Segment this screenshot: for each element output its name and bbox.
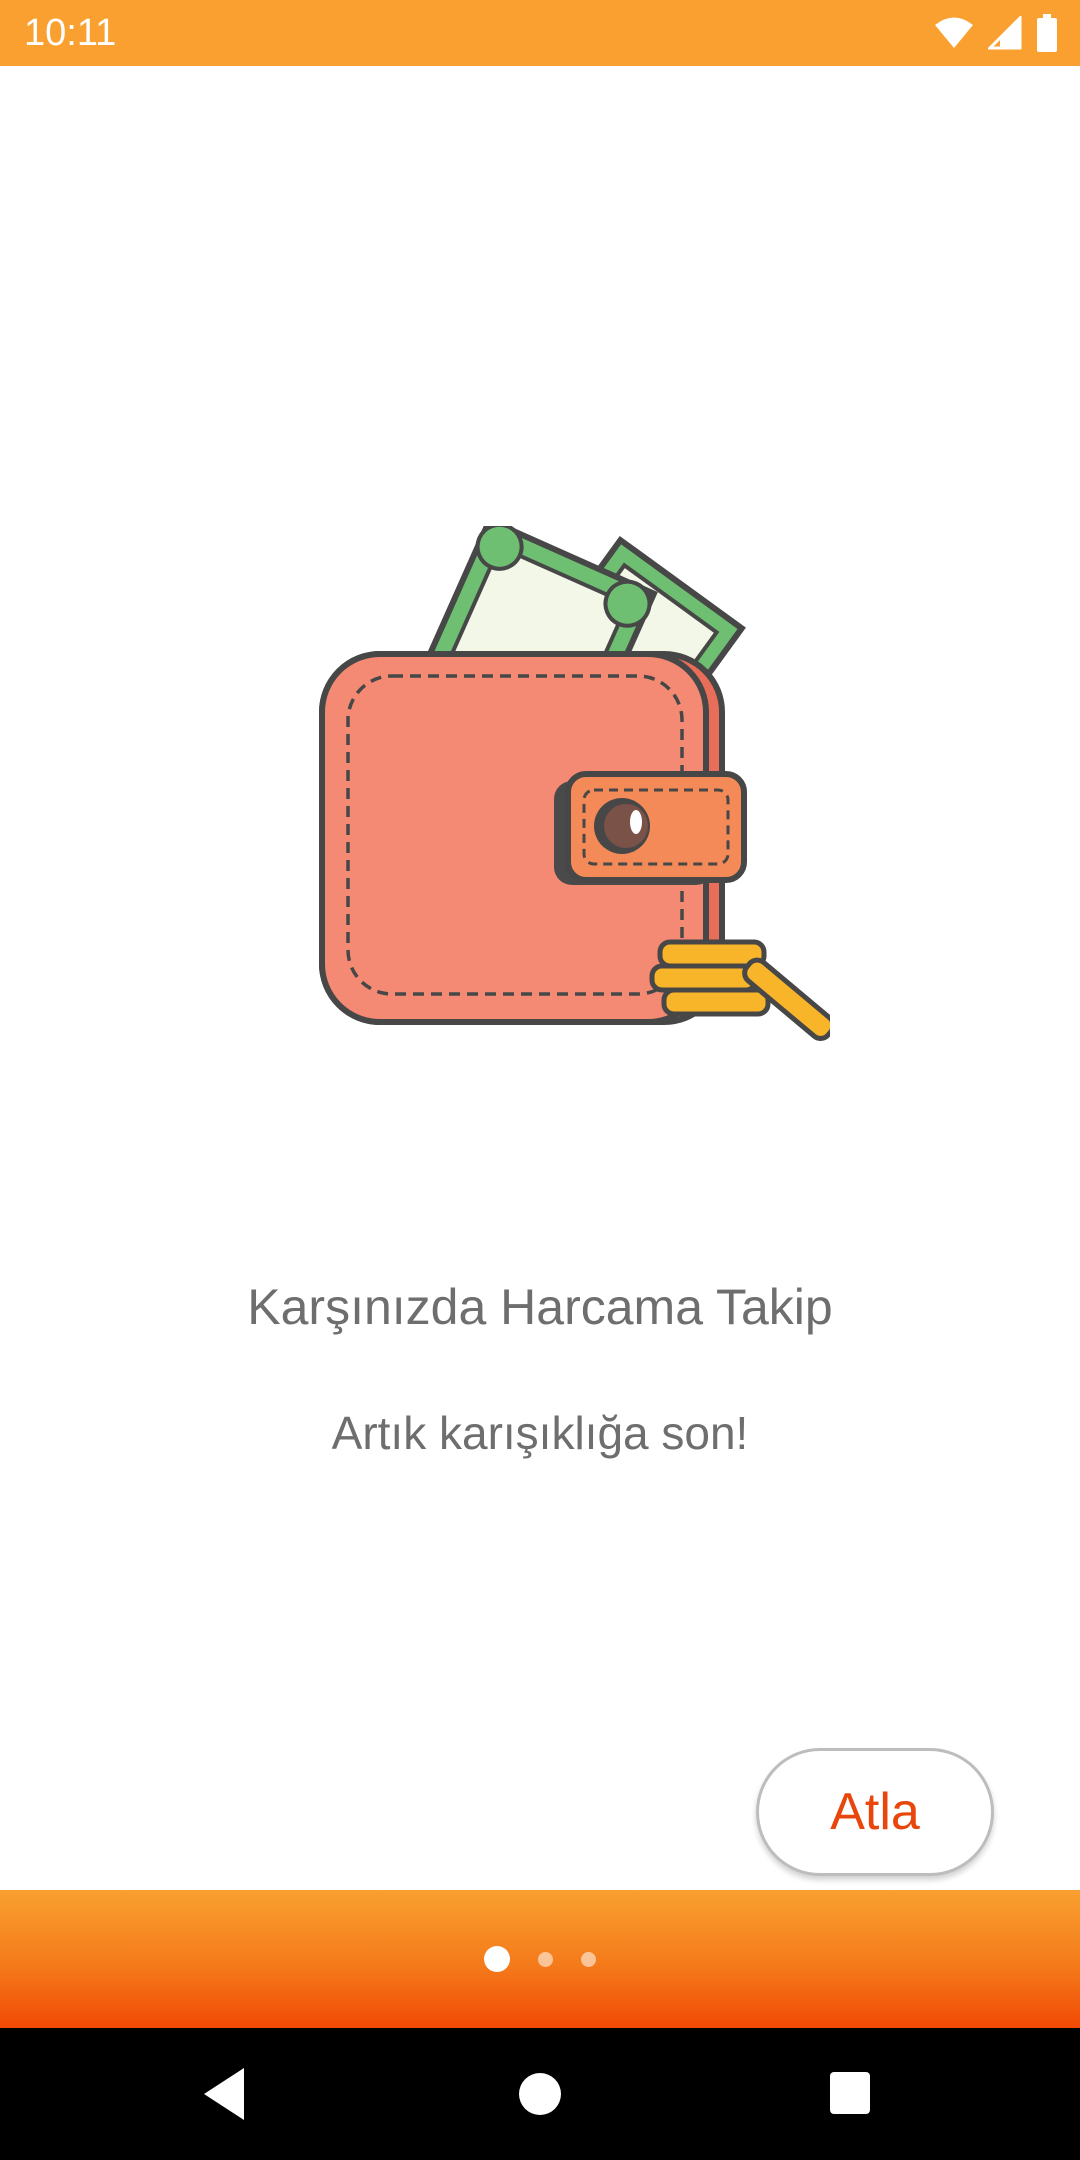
page-indicator — [0, 1890, 1080, 2028]
home-icon[interactable] — [516, 2064, 564, 2124]
page-dot-1[interactable] — [484, 1946, 510, 1972]
status-icons — [934, 14, 1058, 52]
page-dot-2[interactable] — [538, 1951, 553, 1967]
skip-button[interactable]: Atla — [756, 1748, 994, 1876]
coin-stack — [649, 939, 830, 1041]
wifi-icon — [935, 17, 973, 48]
onboarding-subtitle: Artık karışıklığa son! — [331, 1407, 749, 1459]
onboarding-title: Karşınızda Harcama Takip — [247, 1279, 833, 1335]
recents-icon[interactable] — [826, 2068, 874, 2118]
status-bar: 10:11 — [0, 0, 1080, 66]
page-dot-3[interactable] — [581, 1951, 596, 1967]
navigation-bar — [0, 2028, 1080, 2160]
cellular-signal-icon — [988, 16, 1022, 50]
wallet-illustration — [319, 526, 830, 1041]
status-time: 10:11 — [24, 11, 117, 54]
back-icon[interactable] — [200, 2064, 248, 2124]
onboarding-page: Karşınızda Harcama Takip Artık karışıklı… — [0, 66, 1080, 1890]
battery-icon — [1037, 14, 1057, 52]
